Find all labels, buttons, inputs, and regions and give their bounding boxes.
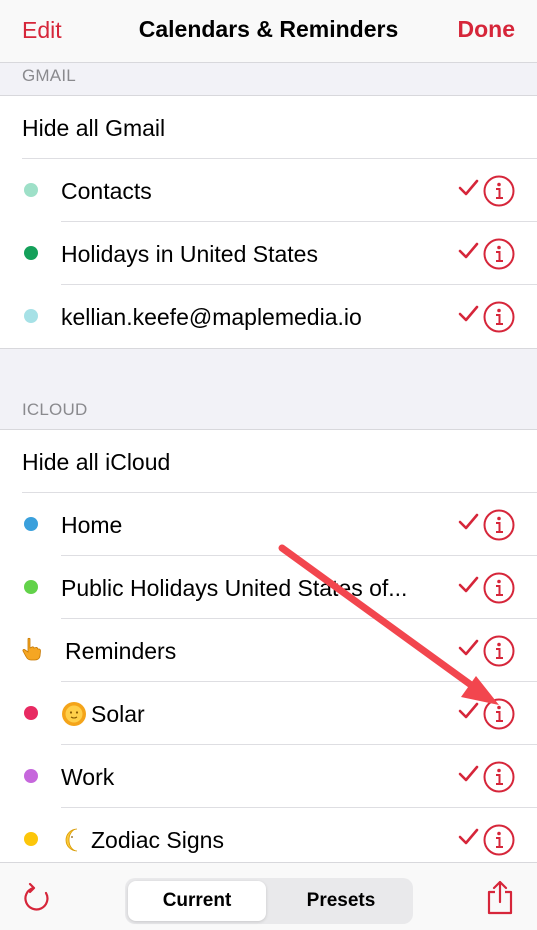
info-icon[interactable] <box>483 698 515 730</box>
checkmark-icon[interactable] <box>457 574 479 596</box>
calendar-label: Holidays in United States <box>61 241 318 267</box>
calendar-row-contacts[interactable]: Contacts <box>0 159 537 222</box>
info-icon[interactable] <box>483 301 515 333</box>
hide-all-icloud-label: Hide all iCloud <box>22 449 171 475</box>
calendar-row-holidays-us[interactable]: Holidays in United States <box>0 222 537 285</box>
section-header-label: ICLOUD <box>22 400 88 419</box>
info-icon[interactable] <box>483 175 515 207</box>
sun-face-icon <box>62 702 86 726</box>
calendar-row-home[interactable]: Home <box>0 493 537 556</box>
checkmark-icon[interactable] <box>457 637 479 659</box>
bottom-toolbar: Current Presets <box>0 862 537 930</box>
checkmark-icon[interactable] <box>457 303 479 325</box>
calendar-row-public-holidays[interactable]: Public Holidays United States of... <box>0 556 537 619</box>
calendar-label: Work <box>61 764 115 790</box>
calendar-color-dot <box>24 832 38 846</box>
calendar-label: Public Holidays United States of... <box>61 575 408 601</box>
calendar-color-dot <box>24 769 38 783</box>
info-icon[interactable] <box>483 824 515 856</box>
calendar-label: kellian.keefe@maplemedia.io <box>61 304 362 330</box>
calendar-label: Solar <box>91 701 145 727</box>
calendar-color-dot <box>24 706 38 720</box>
navigation-bar: Edit Calendars & Reminders Done <box>0 0 537 63</box>
info-icon[interactable] <box>483 509 515 541</box>
segmented-control: Current Presets <box>125 878 413 924</box>
checkmark-icon[interactable] <box>457 700 479 722</box>
hide-all-icloud-row[interactable]: Hide all iCloud <box>0 430 537 493</box>
calendar-color-dot <box>24 246 38 260</box>
calendar-label: Contacts <box>61 178 152 204</box>
info-icon[interactable] <box>483 572 515 604</box>
calendar-row-solar[interactable]: Solar <box>0 682 537 745</box>
info-icon[interactable] <box>483 761 515 793</box>
done-button[interactable]: Done <box>458 16 516 43</box>
calendar-color-dot <box>24 183 38 197</box>
calendar-row-zodiac[interactable]: Zodiac Signs <box>0 808 537 862</box>
segment-presets[interactable]: Presets <box>272 881 410 921</box>
info-icon[interactable] <box>483 635 515 667</box>
section-header-icloud: ICLOUD <box>0 349 537 430</box>
calendar-label: Reminders <box>65 638 177 664</box>
checkmark-icon[interactable] <box>457 511 479 533</box>
checkmark-icon[interactable] <box>457 826 479 848</box>
calendar-row-reminders[interactable]: Reminders <box>0 619 537 682</box>
calendar-row-work[interactable]: Work <box>0 745 537 808</box>
calendar-label: Zodiac Signs <box>91 827 224 853</box>
crescent-moon-icon <box>65 828 78 852</box>
hide-all-gmail-row[interactable]: Hide all Gmail <box>0 96 537 159</box>
info-icon[interactable] <box>483 238 515 270</box>
checkmark-icon[interactable] <box>457 763 479 785</box>
refresh-icon[interactable] <box>22 882 54 914</box>
segment-current[interactable]: Current <box>128 881 266 921</box>
section-header-label: GMAIL <box>22 66 76 85</box>
calendar-label-container: Solar <box>61 701 145 728</box>
checkmark-icon[interactable] <box>457 240 479 262</box>
calendar-row-email[interactable]: kellian.keefe@maplemedia.io <box>0 285 537 348</box>
page-title: Calendars & Reminders <box>138 16 399 42</box>
hide-all-gmail-label: Hide all Gmail <box>22 115 166 141</box>
pointing-hand-icon <box>22 637 41 661</box>
checkmark-icon[interactable] <box>457 177 479 199</box>
share-icon[interactable] <box>485 879 515 915</box>
calendar-label: Home <box>61 512 123 538</box>
calendar-color-dot <box>24 580 38 594</box>
calendar-label-container: Zodiac Signs <box>61 827 224 854</box>
calendar-color-dot <box>24 517 38 531</box>
section-header-gmail: GMAIL <box>0 63 537 96</box>
calendar-color-dot <box>24 309 38 323</box>
